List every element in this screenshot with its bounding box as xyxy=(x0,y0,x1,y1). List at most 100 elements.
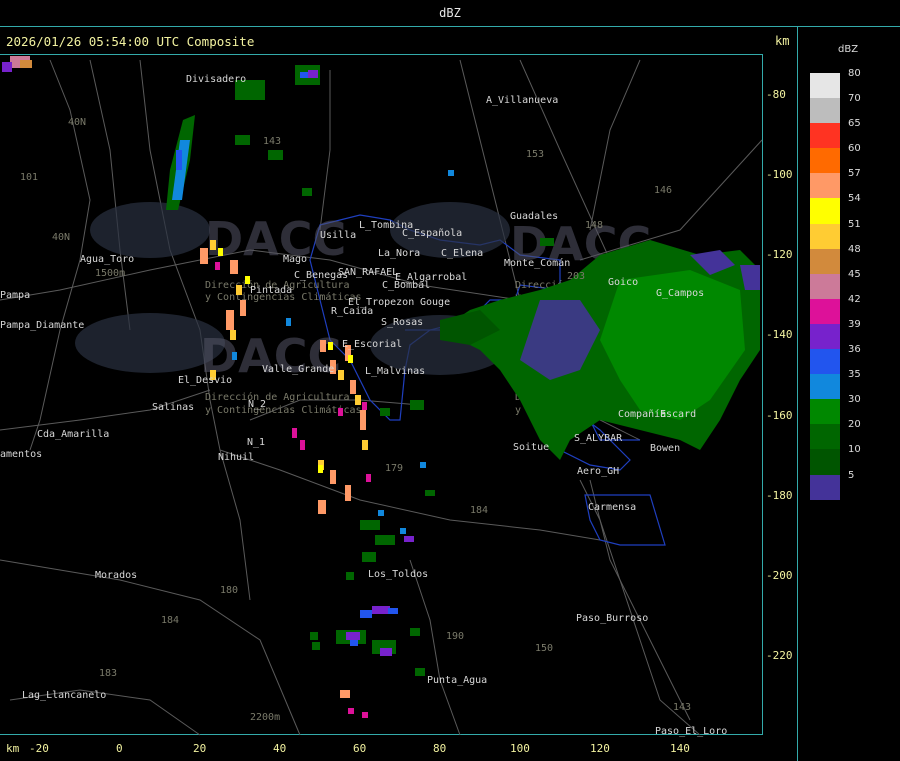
place-soitue: Soitue xyxy=(513,442,549,453)
x-axis: km -20 0 20 40 60 80 100 120 140 xyxy=(6,742,690,755)
place-la-nora: La_Nora xyxy=(378,248,420,259)
place-goico: Goico xyxy=(608,277,638,288)
place-gouge: Gouge xyxy=(420,297,450,308)
place-40n-a: 40N xyxy=(68,117,86,128)
legend-value: 10 xyxy=(848,444,861,456)
route-183: 183 xyxy=(99,668,117,679)
legend-swatch xyxy=(810,399,840,425)
x-tick: 120 xyxy=(590,742,610,755)
legend-value: 80 xyxy=(848,68,861,79)
place-g-campos: G_Campos xyxy=(656,288,704,299)
y-tick: -80 xyxy=(766,88,786,101)
route-146: 146 xyxy=(654,185,672,196)
legend-swatch xyxy=(810,198,840,224)
legend-swatch xyxy=(810,148,840,174)
y-tick: -100 xyxy=(766,168,793,181)
place-compania: Compañía xyxy=(618,408,666,420)
y-tick: -160 xyxy=(766,409,793,422)
place-amentos: amentos xyxy=(0,449,42,460)
x-tick: 60 xyxy=(353,742,366,755)
place-valle-grande: Valle_Grande xyxy=(262,364,334,375)
place-s-rosas: S_Rosas xyxy=(381,317,423,328)
y-tick: -140 xyxy=(766,328,793,341)
place-pintada: Pintada xyxy=(250,285,292,296)
route-203: 203 xyxy=(567,271,585,282)
place-usilla: Usilla xyxy=(320,230,356,241)
legend-swatch xyxy=(810,298,840,324)
place-paso-el-loro: Paso_El_Loro xyxy=(655,726,727,737)
route-184-b: 184 xyxy=(161,615,179,626)
legend-swatch xyxy=(810,424,840,450)
place-pampa: Pampa xyxy=(0,290,30,301)
y-axis: -80 -100 -120 -140 -160 -180 -200 -220 xyxy=(766,88,793,662)
legend-swatch xyxy=(810,474,840,500)
place-c-bombal: C_Bombal xyxy=(382,280,430,291)
place-n-2: N_2 xyxy=(248,399,266,410)
x-tick: 20 xyxy=(193,742,206,755)
place-san-rafael: SAN_RAFAEL xyxy=(338,267,398,278)
place-aero-gh: Aero_GH xyxy=(577,466,619,477)
route-179: 179 xyxy=(385,463,403,474)
place-el-desvio: El_Desvio xyxy=(178,375,232,386)
place-101: 101 xyxy=(20,172,38,183)
x-tick: 40 xyxy=(273,742,286,755)
watermark-line1-c: Dirección de Agricultura xyxy=(205,391,350,403)
legend-swatch xyxy=(810,223,840,249)
route-153: 153 xyxy=(526,149,544,160)
place-pampa-diamante: Pampa_Diamante xyxy=(0,320,84,331)
legend-swatch xyxy=(810,323,840,350)
legend-swatch xyxy=(810,349,840,375)
place-lag-llancanelo: Lag_Llancanelo xyxy=(22,690,106,701)
place-cda-amarilla: Cda_Amarilla xyxy=(37,429,109,440)
legend-swatch xyxy=(810,123,840,149)
place-monte-coman: Monte_Comán xyxy=(504,257,570,269)
legend-value: 48 xyxy=(848,243,861,255)
legend-value: 45 xyxy=(848,268,861,280)
legend-value: 20 xyxy=(848,419,861,431)
legend-title: dBZ xyxy=(838,44,859,55)
place-guadales: Guadales xyxy=(510,211,558,222)
y-tick: -120 xyxy=(766,248,793,261)
x-tick: 140 xyxy=(670,742,690,755)
legend-swatch xyxy=(810,98,840,124)
legend-value: 39 xyxy=(848,318,861,330)
place-mago: Mago xyxy=(283,254,307,265)
place-carmensa: Carmensa xyxy=(588,502,636,513)
x-tick: -20 xyxy=(29,742,49,755)
place-e-escorial: E_Escorial xyxy=(342,339,402,350)
y-tick: -180 xyxy=(766,489,793,502)
y-tick: -200 xyxy=(766,569,793,582)
route-190: 190 xyxy=(446,631,464,642)
legend-swatch xyxy=(810,374,840,400)
legend-swatch xyxy=(810,73,840,99)
legend-swatch xyxy=(810,173,840,199)
legend-value: 70 xyxy=(848,93,861,105)
place-salinas: Salinas xyxy=(152,402,194,413)
place-paso-burroso: Paso_Burroso xyxy=(576,613,648,624)
place-n-1: N_1 xyxy=(247,437,265,448)
legend-value: 5 xyxy=(848,469,855,481)
x-tick: 0 xyxy=(116,742,123,755)
legend-value: 65 xyxy=(848,118,861,130)
legend-swatch xyxy=(810,273,840,299)
place-c-espanola: C_Española xyxy=(402,228,462,239)
radar-map[interactable]: DACC DACC DACC DACC Dirección de Agricul… xyxy=(0,0,900,761)
route-150: 150 xyxy=(535,643,553,654)
place-los-toldos: Los_Toldos xyxy=(368,569,428,580)
place-l-malvinas: L_Malvinas xyxy=(365,366,425,377)
elev-2200m: 2200m xyxy=(250,712,280,723)
legend-value: 36 xyxy=(848,344,861,356)
legend-value: 35 xyxy=(848,369,861,381)
legend-value: 30 xyxy=(848,394,861,406)
place-morados: Morados xyxy=(95,570,137,581)
x-tick: 100 xyxy=(510,742,530,755)
elev-1500m: 1500m xyxy=(95,268,125,279)
place-nihuil: Nihuil xyxy=(218,452,254,463)
legend-value: 51 xyxy=(848,218,861,230)
place-r-caida: R_Caida xyxy=(331,306,373,317)
legend-swatch xyxy=(810,248,840,274)
place-s-alybar: S_ALYBAR xyxy=(574,433,623,444)
place-escard: Escard xyxy=(660,409,696,420)
route-184-a: 184 xyxy=(470,505,488,516)
route-143-a: 143 xyxy=(263,136,281,147)
